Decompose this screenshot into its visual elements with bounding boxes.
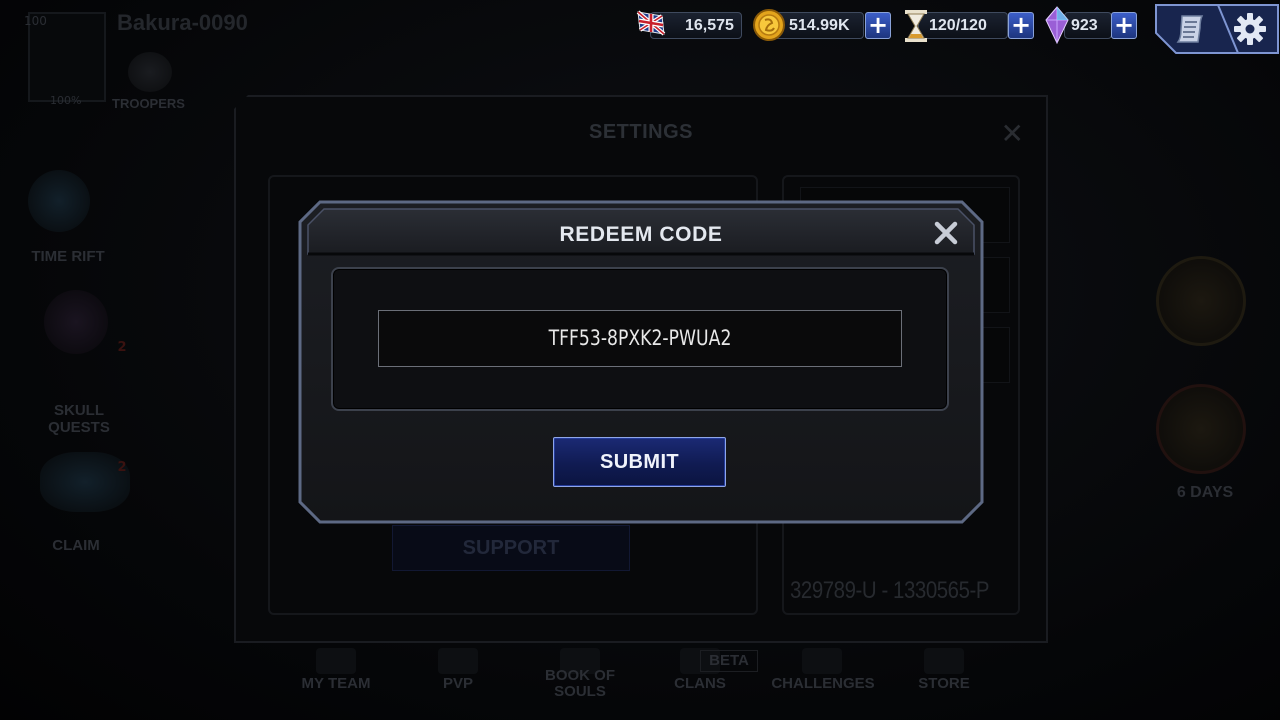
dialog-title: REDEEM CODE xyxy=(559,223,723,246)
energy-counter-value: 120/120 xyxy=(929,17,987,34)
top-right-menu xyxy=(1154,3,1280,55)
nav-clans: CLANS xyxy=(674,675,726,692)
hourglass-icon xyxy=(905,10,927,42)
beta-tag: BETA xyxy=(700,650,758,672)
challenges-icon xyxy=(802,648,842,674)
gold-coin-icon xyxy=(753,9,785,41)
add-gold-button[interactable]: + xyxy=(865,12,891,39)
crystal-icon xyxy=(1045,6,1069,44)
add-crystals-button[interactable]: + xyxy=(1111,12,1137,39)
event-icon-bottom xyxy=(1156,384,1246,474)
nav-my-team: MY TEAM xyxy=(301,675,371,692)
player-name: Bakura-0090 xyxy=(117,10,248,35)
store-icon xyxy=(924,648,964,674)
claim-badge: 2 xyxy=(117,460,127,475)
time-rift-icon xyxy=(28,170,90,232)
player-id-text: 329789-U - 1330565-P xyxy=(790,577,990,604)
support-button: SUPPORT xyxy=(392,525,630,571)
uk-flag-icon xyxy=(636,10,666,36)
troopers-icon xyxy=(128,52,172,92)
nav-book-of-souls: BOOK OF SOULS xyxy=(545,667,615,700)
settings-title: SETTINGS xyxy=(588,121,693,143)
gold-counter-value: 514.99K xyxy=(789,17,850,34)
close-icon[interactable] xyxy=(932,219,960,247)
player-progress-label: 100% xyxy=(50,94,82,107)
side-item-skull-quests: SKULL QUESTS xyxy=(48,402,110,436)
side-item-claim: CLAIM xyxy=(52,537,100,554)
nav-store: STORE xyxy=(918,675,970,692)
redeem-code-input[interactable] xyxy=(378,310,902,367)
submit-button[interactable]: SUBMIT xyxy=(553,437,726,487)
skull-quests-badge: 2 xyxy=(117,340,127,355)
energy-counter: 120/120 xyxy=(918,12,1008,39)
quest-log-icon[interactable] xyxy=(1174,12,1208,46)
nav-challenges: CHALLENGES xyxy=(771,675,875,692)
crystal-counter: 923 xyxy=(1064,12,1112,39)
settings-close-icon: ✕ xyxy=(1000,117,1024,150)
crystal-counter-value: 923 xyxy=(1071,17,1098,34)
settings-gear-icon[interactable] xyxy=(1232,11,1268,47)
nav-pvp: PVP xyxy=(442,675,473,692)
side-item-time-rift: TIME RIFT xyxy=(31,248,105,265)
skull-quests-icon xyxy=(44,290,108,354)
pvp-icon xyxy=(438,648,478,674)
event-icon-top xyxy=(1156,256,1246,346)
add-energy-button[interactable]: + xyxy=(1008,12,1034,39)
troopers-label: TROOPERS xyxy=(112,96,185,111)
my-team-icon xyxy=(316,648,356,674)
event-timer: 6 DAYS xyxy=(1176,484,1234,501)
player-level: 100 xyxy=(24,14,47,28)
flag-counter-value: 16,575 xyxy=(685,17,734,34)
bottom-nav: MY TEAM PVP BOOK OF SOULS CLANS CHALLENG… xyxy=(0,640,1280,720)
redeem-code-dialog: REDEEM CODE TFF53-8PXK2-PWUA2 SUBMIT xyxy=(298,200,984,524)
